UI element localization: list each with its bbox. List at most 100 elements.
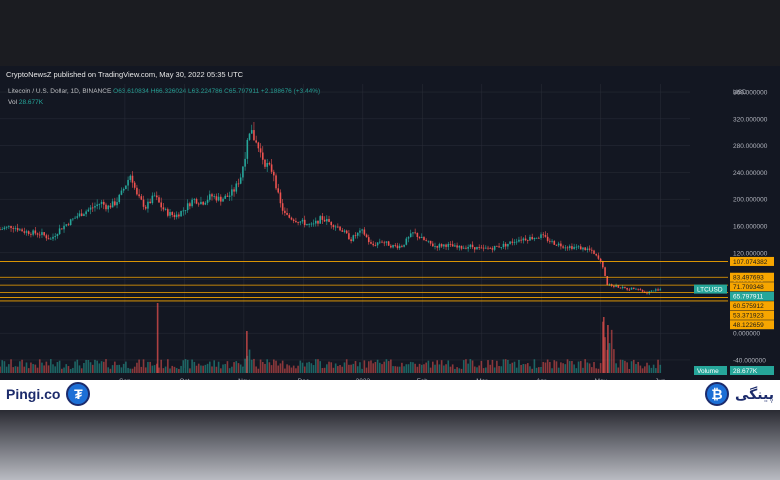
- candle-body: [69, 219, 72, 226]
- volume-bar: [153, 365, 156, 373]
- volume-bar: [328, 361, 330, 373]
- volume-bar: [140, 366, 143, 373]
- volume-bar: [361, 368, 363, 373]
- candle-body: [191, 199, 193, 207]
- candle-body: [23, 231, 26, 233]
- candle-body: [392, 244, 394, 248]
- volume-bar: [301, 362, 304, 373]
- volume-bar: [657, 359, 659, 373]
- volume-bar: [500, 366, 503, 373]
- candle-body: [275, 175, 277, 189]
- candle-body: [630, 287, 633, 290]
- volume-bar: [197, 363, 200, 373]
- volume-bar: [303, 366, 306, 373]
- candle-body: [5, 226, 8, 228]
- volume-bar: [49, 359, 52, 373]
- candle-body: [268, 163, 271, 165]
- candle-body: [599, 258, 602, 262]
- candle-body: [85, 211, 87, 215]
- volume-bar: [279, 363, 282, 373]
- volume-bar: [45, 361, 48, 373]
- volume-bar: [522, 363, 525, 373]
- volume-bar: [231, 366, 233, 373]
- volume-bar: [261, 361, 264, 373]
- y-tick-label: -40.000000: [733, 357, 766, 364]
- candle-body: [250, 130, 253, 134]
- volume-bar: [213, 360, 215, 373]
- candle-body: [306, 224, 308, 226]
- volume-bar: [317, 359, 319, 373]
- candle-body: [321, 216, 324, 220]
- candle-body: [25, 231, 28, 233]
- volume-bar: [58, 360, 61, 373]
- volume-tag-label: Volume: [697, 368, 719, 375]
- candle-body: [502, 243, 505, 248]
- candle-body: [16, 228, 19, 231]
- candle-body: [63, 225, 65, 230]
- volume-bar: [496, 360, 498, 373]
- brand-right[interactable]: ₿ پینگی: [705, 381, 774, 407]
- candle-body: [175, 214, 178, 218]
- volume-bar: [599, 363, 602, 373]
- candle-body: [546, 236, 549, 241]
- candle-body: [447, 243, 450, 247]
- volume-bar: [544, 362, 547, 373]
- candle-body: [409, 233, 412, 238]
- volume-bar: [264, 363, 266, 373]
- volume-bar: [74, 361, 76, 373]
- volume-bar: [129, 368, 132, 373]
- brand-left[interactable]: Pingi.co ₮: [6, 381, 91, 407]
- candle-body: [584, 247, 586, 250]
- volume-bar: [577, 361, 580, 373]
- candle-body: [511, 241, 514, 243]
- volume-bar: [144, 367, 147, 373]
- volume-bar: [69, 368, 72, 373]
- candle-body: [489, 248, 492, 249]
- volume-bar: [571, 361, 573, 373]
- volume-bar: [233, 362, 235, 373]
- volume-bar: [102, 361, 105, 373]
- bitcoin-icon: ₿: [705, 382, 729, 406]
- volume-bar: [632, 359, 635, 373]
- candle-body: [582, 247, 584, 250]
- candle-body: [261, 152, 264, 160]
- volume-bar: [96, 360, 98, 373]
- y-tick-label: 120.000000: [733, 250, 768, 257]
- volume-bar: [151, 365, 154, 373]
- volume-bar: [56, 362, 59, 373]
- candle-body: [617, 285, 620, 288]
- candle-body: [394, 244, 397, 246]
- volume-bar: [292, 365, 295, 373]
- candle-body: [303, 219, 306, 226]
- volume-bar: [275, 360, 277, 373]
- candle-body: [655, 289, 657, 291]
- volume-bar: [14, 366, 17, 373]
- volume-bar: [617, 367, 620, 373]
- candle-body: [639, 289, 642, 291]
- price-chart[interactable]: 360.000000320.000000280.000000240.000000…: [0, 66, 780, 380]
- volume-bar: [365, 367, 368, 373]
- candle-body: [427, 240, 430, 242]
- volume-bar: [427, 360, 430, 373]
- candle-body: [337, 226, 339, 228]
- candle-body: [520, 239, 522, 241]
- candle-body: [122, 189, 125, 191]
- candle-body: [160, 202, 163, 208]
- volume-bar: [575, 368, 578, 373]
- candle-body: [133, 182, 136, 188]
- volume-bar: [420, 364, 423, 373]
- volume-bar: [659, 364, 662, 373]
- volume-bar: [65, 364, 68, 373]
- candle-body: [363, 229, 366, 235]
- candle-body: [356, 232, 359, 236]
- candle-body: [549, 240, 551, 242]
- volume-bar: [409, 361, 412, 373]
- candle-body: [233, 189, 235, 192]
- candle-body: [383, 242, 386, 244]
- candle-body: [323, 219, 326, 222]
- volume-bar: [352, 363, 355, 373]
- candle-body: [365, 234, 368, 238]
- candle-body: [21, 229, 23, 232]
- volume-bar: [469, 359, 472, 373]
- candle-body: [47, 238, 50, 240]
